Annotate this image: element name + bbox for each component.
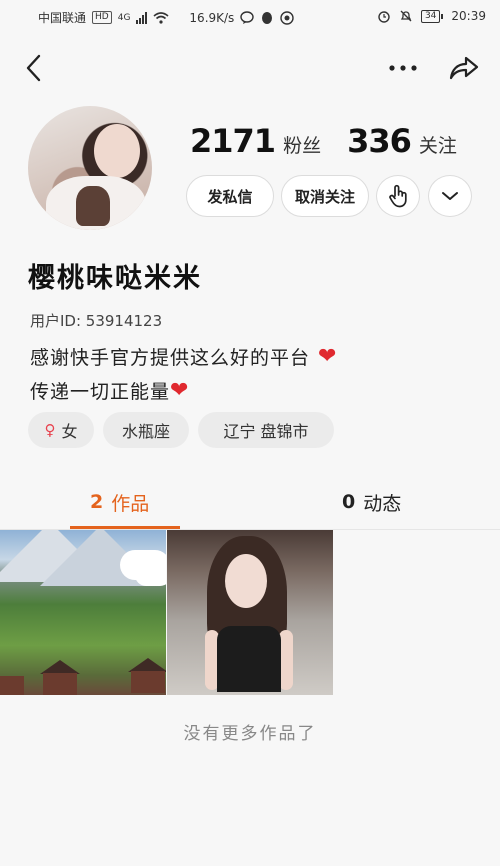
user-id: 用户ID: 53914123 [30,312,163,330]
status-left: 中国联通 HD 4G 16.9K/s [38,9,295,26]
more-dots-icon [389,65,417,71]
signal-icon [136,11,148,24]
target-icon [280,10,295,25]
bio-text-1: 感谢快手官方提供这么好的平台 [30,347,311,369]
work-thumbnail[interactable] [167,530,333,695]
status-right: 34 20:39 [377,9,486,23]
active-tab-indicator [70,526,180,529]
profile-stats: 2171 粉丝 336 关注 [190,122,483,160]
tab-works[interactable]: 2 作品 [90,475,149,529]
alarm-icon [378,11,390,23]
penguin-icon [262,11,273,24]
heart-icon: ❤ [170,378,190,403]
following-label[interactable]: 关注 [419,131,457,158]
bio-line-1: 感谢快手官方提供这么好的平台 ❤ [30,343,337,370]
content-tabs: 2 作品 0 动态 [0,475,500,530]
chevron-down-icon [442,192,458,200]
nav-bar [0,40,500,96]
share-button[interactable] [446,50,482,86]
followers-count[interactable]: 2171 [190,122,276,160]
carrier-name: 中国联通 [38,11,87,25]
unfollow-button[interactable]: 取消关注 [281,175,369,217]
touch-button[interactable] [376,175,420,217]
gender-label: 女 [61,422,78,441]
bio-line-2: 传递一切正能量 ❤ [30,377,189,404]
status-time: 20:39 [451,9,486,23]
finger-tap-icon [389,184,407,208]
avatar[interactable] [28,106,152,230]
gender-tag: ♀ 女 [28,412,94,448]
works-count: 2 [90,491,104,513]
heart-icon: ❤ [318,344,338,369]
hd-badge: HD [92,11,112,24]
back-arrow-icon [26,54,41,82]
network-type: 4G [117,12,131,23]
followers-label[interactable]: 粉丝 [283,131,321,158]
following-count[interactable]: 336 [347,122,412,160]
female-icon: ♀ [44,421,56,439]
works-label: 作品 [111,492,150,515]
share-arrow-icon [449,56,479,80]
dynamics-count: 0 [342,491,356,513]
location-tag: 辽宁 盘锦市 [198,412,334,448]
send-message-button[interactable]: 发私信 [186,175,274,217]
status-bar: 中国联通 HD 4G 16.9K/s 34 20:39 [0,0,500,34]
bio-text-2: 传递一切正能量 [30,381,171,403]
battery-level: 34 [420,9,441,23]
tab-dynamics[interactable]: 0 动态 [342,475,401,529]
no-more-works-text: 没有更多作品了 [183,724,317,744]
work-thumbnail[interactable] [0,530,166,695]
dynamics-label: 动态 [363,492,402,515]
expand-button[interactable] [428,175,472,217]
more-button[interactable] [385,50,421,86]
zodiac-tag: 水瓶座 [103,412,189,448]
profile-name: 樱桃味哒米米 [28,263,202,294]
works-grid [0,530,500,695]
chat-bubble-icon [240,10,255,24]
battery-icon: 34 [420,9,444,23]
wifi-icon [153,11,169,24]
network-speed: 16.9K/s [189,10,235,25]
back-button[interactable] [16,50,52,86]
mute-icon [400,10,412,22]
